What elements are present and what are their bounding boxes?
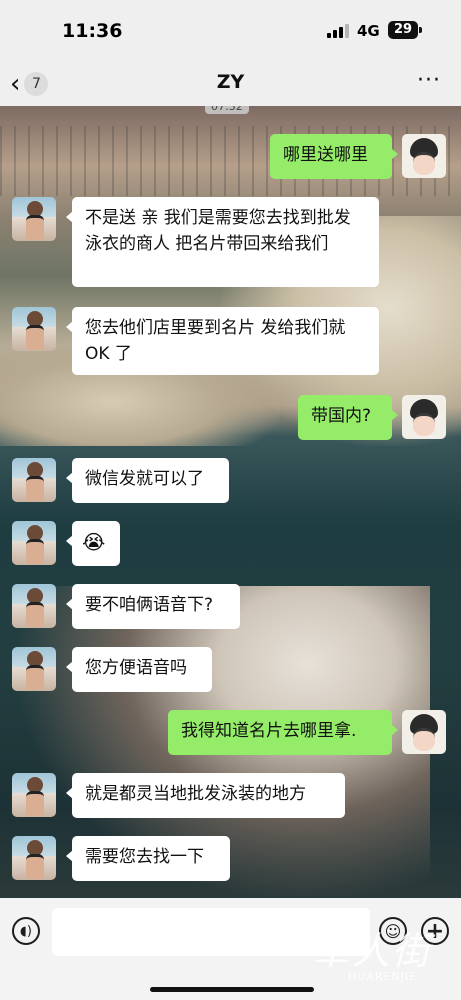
more-button[interactable]: ··· — [417, 68, 441, 93]
contact-avatar[interactable] — [12, 836, 56, 880]
message-bubble-outgoing[interactable]: 哪里送哪里 — [270, 134, 398, 179]
contact-avatar[interactable] — [12, 773, 56, 817]
status-bar: 11:36 4G 29 — [0, 0, 461, 62]
network-label: 4G — [357, 22, 380, 40]
status-time: 11:36 — [62, 20, 123, 42]
my-avatar[interactable] — [402, 710, 446, 754]
my-avatar[interactable] — [402, 395, 446, 439]
signal-icon — [327, 24, 349, 38]
contact-avatar[interactable] — [12, 521, 56, 565]
message-bubble-incoming[interactable]: 您方便语音吗 — [66, 647, 212, 692]
timestamp-label: 07:32 — [205, 106, 249, 114]
message-bubble-incoming[interactable]: 不是送 亲 我们是需要您去找到批发泳衣的商人 把名片带回来给我们 — [66, 197, 379, 287]
message-bubble-incoming[interactable]: 您去他们店里要到名片 发给我们就 OK 了 — [66, 307, 379, 375]
message-bubble-incoming[interactable]: 就是都灵当地批发泳装的地方 — [66, 773, 345, 818]
message-bubble-outgoing[interactable]: 带国内? — [298, 395, 398, 440]
home-indicator — [150, 987, 314, 992]
my-avatar[interactable] — [402, 134, 446, 178]
message-bubble-incoming[interactable]: 需要您去找一下 — [66, 836, 230, 881]
message-bubble-incoming[interactable]: 要不咱俩语音下? — [66, 584, 240, 629]
contact-avatar[interactable] — [12, 584, 56, 628]
chat-title: ZY — [216, 71, 245, 93]
battery-icon: 29 — [388, 21, 422, 39]
contact-avatar[interactable] — [12, 458, 56, 502]
voice-input-icon[interactable]: ◖) — [12, 917, 40, 945]
chat-header: ‹ 7 ZY ··· — [0, 62, 461, 106]
watermark-logo: 華人街 HUARENJIE — [312, 929, 433, 983]
chat-area[interactable]: 07:32 哪里送哪里 不是送 亲 我们是需要您去找到批发泳衣的商人 把名片带回… — [0, 106, 461, 898]
message-bubble-incoming[interactable]: 微信发就可以了 — [66, 458, 229, 503]
contact-avatar[interactable] — [12, 197, 56, 241]
emoji-message[interactable]: 😭 — [66, 521, 120, 566]
contact-avatar[interactable] — [12, 307, 56, 351]
contact-avatar[interactable] — [12, 647, 56, 691]
message-bubble-outgoing[interactable]: 我得知道名片去哪里拿. — [168, 710, 398, 755]
